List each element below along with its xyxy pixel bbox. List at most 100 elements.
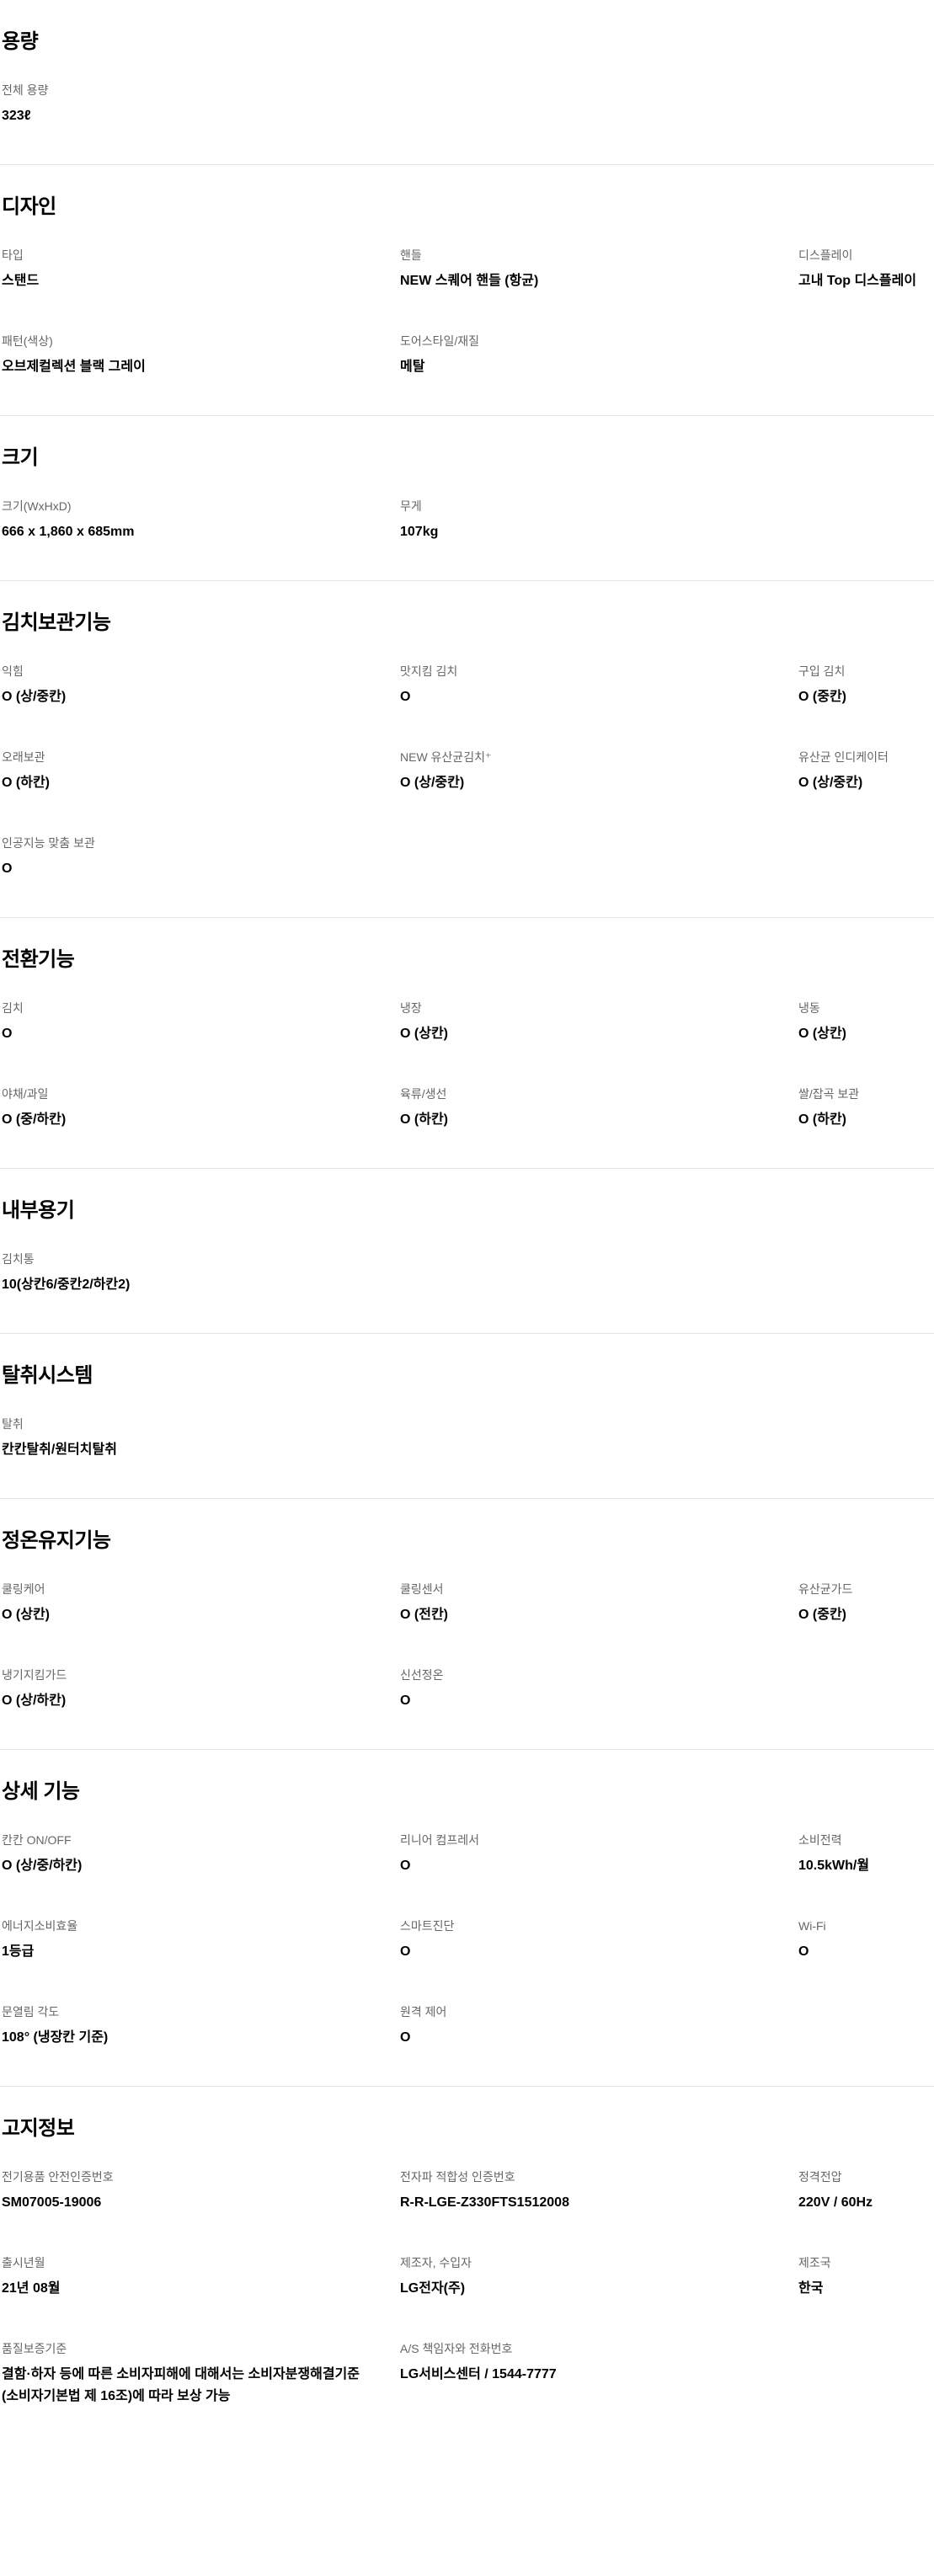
spec-item: 전자파 적합성 인증번호 R-R-LGE-Z330FTS1512008 (400, 2168, 798, 2214)
spec-item: 품질보증기준 결함·하자 등에 따른 소비자피해에 대해서는 소비자분쟁해결기준 … (2, 2340, 400, 2408)
spec-value: O (400, 1693, 411, 1708)
spec-value: O (상/하칸) (2, 1693, 67, 1708)
spec-grid: 쿨링케어 O (상칸) 쿨링센서 O (전칸) 유산균가드 O (중칸) 냉기지킴가드 O (… (2, 1581, 934, 1712)
spec-label: 제조자, 수입자 (400, 2256, 472, 2269)
spec-label: 김치 (2, 1001, 24, 1015)
spec-section: 김치보관기능 익힘 O (상/중칸) 맛지킴 김치 O 구입 김치 O (중칸) 오래보관 O … (0, 581, 934, 918)
spec-item: 핸들 NEW 스퀘어 핸들 (항균) (400, 247, 798, 292)
spec-item: 문열림 각도 108° (냉장칸 기준) (2, 2003, 400, 2049)
spec-label: 신선정온 (400, 1668, 444, 1682)
spec-grid: 전체 용량 323ℓ (2, 82, 934, 127)
spec-item: 인공지능 맞춤 보관 O (2, 835, 400, 880)
spec-label: 핸들 (400, 248, 422, 262)
spec-label: 쌀/잡곡 보관 (798, 1087, 860, 1101)
spec-label: 칸칸 ON/OFF (2, 1833, 72, 1847)
spec-section: 고지정보 전기용품 안전인증번호 SM07005-19006 전자파 적합성 인증번호… (0, 2087, 934, 2433)
spec-value: R-R-LGE-Z330FTS1512008 (400, 2195, 569, 2210)
section-title: 정온유지기능 (2, 1529, 111, 1552)
spec-label: 도어스타일/재질 (400, 334, 480, 348)
spec-label: 제조국 (798, 2256, 831, 2269)
spec-item: 에너지소비효율 1등급 (2, 1917, 400, 1963)
spec-label: 정격전압 (798, 2170, 842, 2184)
spec-item: 유산균가드 O (중칸) (798, 1581, 925, 1626)
spec-item: 제조자, 수입자 LG전자(주) (400, 2254, 798, 2300)
spec-item: 냉기지킴가드 O (상/하칸) (2, 1667, 400, 1712)
spec-grid: 김치통 10(상칸6/중칸2/하칸2) (2, 1251, 934, 1296)
spec-value: 한국 (798, 2281, 824, 2296)
spec-value: O (798, 1944, 809, 1959)
spec-label: 품질보증기준 (2, 2342, 67, 2355)
section-title: 내부용기 (2, 1199, 75, 1222)
spec-section: 탈취시스템탈취칸칸탈취/원터치탈취 (0, 1334, 934, 1499)
section-title: 탈취시스템 (2, 1364, 93, 1387)
spec-list: 용량 전체 용량 323ℓ 디자인 타입 스탠드 핸들 NEW 스퀘어 핸들 (항균) 디스플레… (0, 0, 934, 2433)
spec-label: 크기(WxHxD) (2, 499, 72, 513)
spec-value: O (상/중칸) (400, 776, 465, 790)
spec-item: 칸칸 ON/OFF O (상/중/하칸) (2, 1832, 400, 1877)
spec-value: 1등급 (2, 1944, 35, 1959)
spec-label: A/S 책임자와 전화번호 (400, 2342, 513, 2355)
spec-value: O (하칸) (798, 1112, 846, 1127)
spec-label: 전자파 적합성 인증번호 (400, 2170, 515, 2184)
spec-value: O (상칸) (798, 1027, 846, 1041)
spec-grid: 탈취칸칸탈취/원터치탈취 (2, 1416, 934, 1461)
spec-value: O (중칸) (798, 1608, 846, 1622)
spec-label: 전기용품 안전인증번호 (2, 2170, 114, 2184)
spec-label: 유산균 인디케이터 (798, 750, 889, 764)
spec-item: 김치통 10(상칸6/중칸2/하칸2) (2, 1251, 400, 1296)
spec-section: 내부용기김치통 10(상칸6/중칸2/하칸2) (0, 1169, 934, 1334)
spec-item: A/S 책임자와 전화번호 LG서비스센터 / 1544-7777 (400, 2340, 798, 2408)
spec-label: 무게 (400, 499, 422, 513)
spec-value: O (상칸) (400, 1027, 448, 1041)
spec-item: 쿨링센서 O (전칸) (400, 1581, 798, 1626)
spec-item: Wi-Fi O (798, 1917, 925, 1963)
spec-item: 제조국한국 (798, 2254, 925, 2300)
spec-value: 고내 Top 디스플레이 (798, 274, 917, 288)
spec-value: O (상/중칸) (798, 776, 863, 790)
spec-value: O (하칸) (400, 1112, 448, 1127)
section-title: 용량 (2, 30, 39, 53)
spec-label: 탈취 (2, 1417, 24, 1431)
spec-item: 맛지킴 김치 O (400, 663, 798, 708)
spec-item: 유산균 인디케이터 O (상/중칸) (798, 749, 925, 794)
spec-label: 냉동 (798, 1001, 820, 1015)
spec-value: O (400, 1944, 411, 1959)
spec-value: O (전칸) (400, 1608, 448, 1622)
spec-label: 냉기지킴가드 (2, 1668, 67, 1682)
spec-label: 문열림 각도 (2, 2005, 60, 2019)
spec-value: O (400, 690, 411, 704)
spec-item: 쌀/잡곡 보관 O (하칸) (798, 1085, 925, 1131)
spec-item: 원격 제어 O (400, 2003, 798, 2049)
spec-section: 상세 기능 칸칸 ON/OFF O (상/중/하칸) 리니어 컴프레서 O 소비전력 10.… (0, 1750, 934, 2087)
spec-value: 메탈 (400, 360, 425, 374)
spec-value: 220V / 60Hz (798, 2195, 873, 2210)
spec-item: 구입 김치 O (중칸) (798, 663, 925, 708)
spec-label: NEW 유산균김치⁺ (400, 750, 492, 764)
spec-value: O (400, 1859, 411, 1873)
spec-section: 크기 크기(WxHxD) 666 x 1,860 x 685mm 무게 107kg (0, 416, 934, 581)
spec-grid: 타입 스탠드 핸들 NEW 스퀘어 핸들 (항균) 디스플레이 고내 Top 디스플레이 패… (2, 247, 934, 378)
spec-section: 용량전체 용량 323ℓ (0, 0, 934, 165)
spec-label: 인공지능 맞춤 보관 (2, 836, 95, 850)
spec-value: 666 x 1,860 x 685mm (2, 525, 135, 539)
spec-value: O (중/하칸) (2, 1112, 67, 1127)
spec-item: 김치 O (2, 1000, 400, 1045)
spec-item: 스마트진단 O (400, 1917, 798, 1963)
spec-label: 익힘 (2, 664, 24, 678)
spec-label: 쿨링센서 (400, 1582, 444, 1596)
spec-label: 스마트진단 (400, 1919, 455, 1933)
spec-value: 칸칸탈취/원터치탈취 (2, 1443, 117, 1457)
spec-value: LG서비스센터 / 1544-7777 (400, 2367, 557, 2381)
spec-label: 패턴(색상) (2, 334, 53, 348)
section-title: 전환기능 (2, 948, 75, 971)
spec-item: 냉동 O (상칸) (798, 1000, 925, 1045)
spec-value: O (하칸) (2, 776, 50, 790)
spec-label: 유산균가드 (798, 1582, 853, 1596)
spec-value: 10.5kWh/월 (798, 1859, 870, 1873)
section-title: 김치보관기능 (2, 611, 111, 634)
spec-grid: 김치 O 냉장 O (상칸) 냉동 O (상칸) 야채/과일 O (중/하칸) 육류/생선 O (… (2, 1000, 934, 1131)
spec-value: O (400, 2030, 411, 2045)
spec-grid: 전기용품 안전인증번호 SM07005-19006 전자파 적합성 인증번호 R-R-… (2, 2168, 934, 2408)
spec-item: 타입 스탠드 (2, 247, 400, 292)
spec-grid: 크기(WxHxD) 666 x 1,860 x 685mm 무게 107kg (2, 498, 934, 543)
